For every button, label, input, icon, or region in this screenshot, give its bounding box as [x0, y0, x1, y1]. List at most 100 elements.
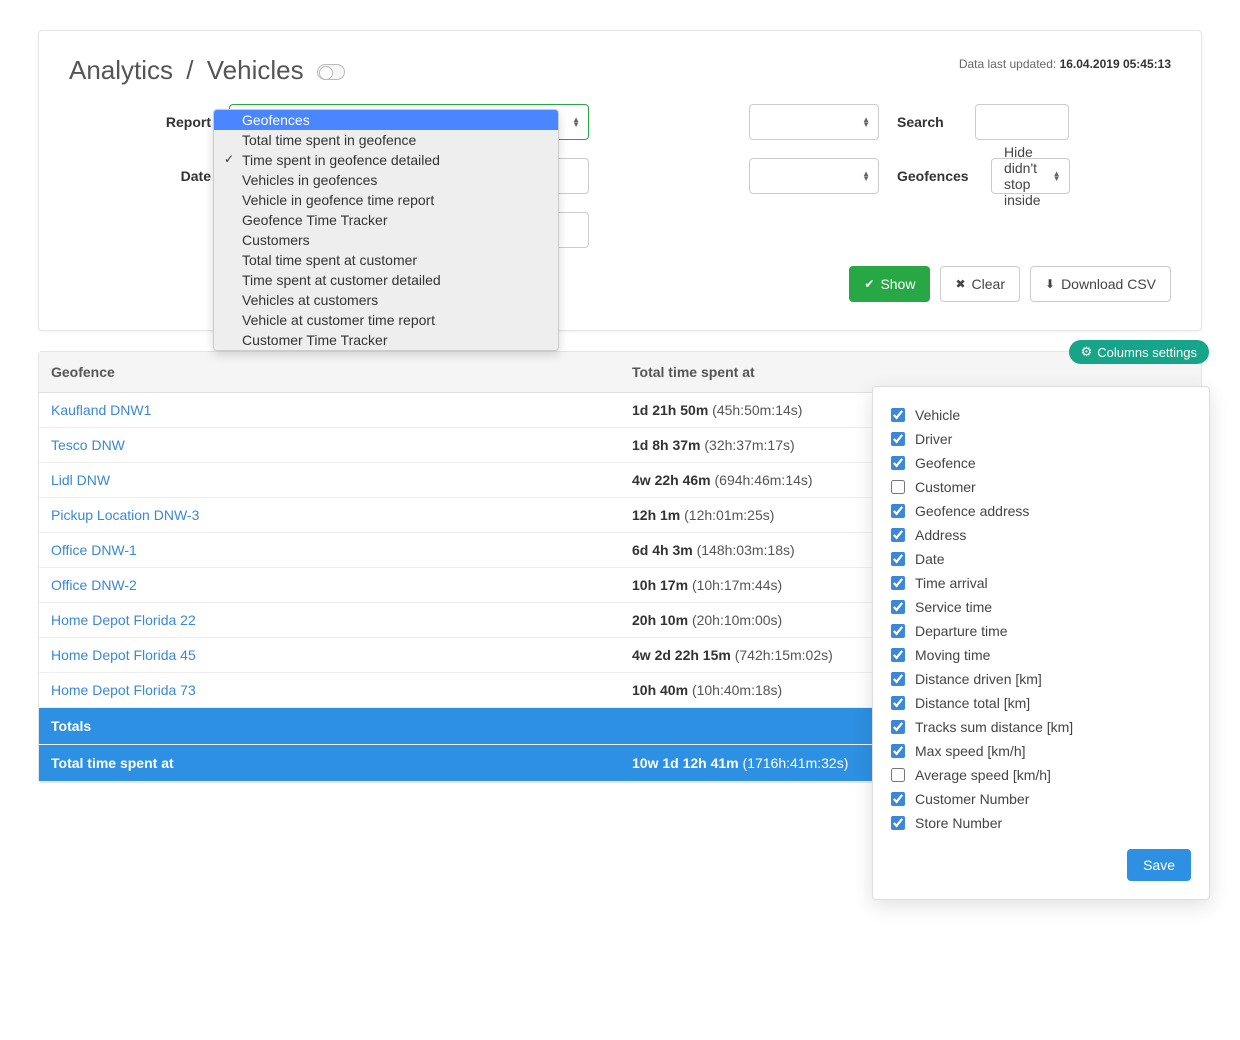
- column-checkbox[interactable]: [891, 432, 905, 446]
- column-toggle-row: Moving time: [891, 643, 1191, 667]
- last-updated: Data last updated: 16.04.2019 05:45:13: [959, 57, 1171, 71]
- time-sub: (10h:17m:44s): [692, 577, 782, 593]
- column-toggle-row: Average speed [km/h]: [891, 763, 1191, 787]
- column-toggle-row: Distance total [km]: [891, 691, 1191, 715]
- dropdown-option[interactable]: Time spent in geofence detailed: [214, 150, 558, 170]
- column-checkbox[interactable]: [891, 672, 905, 686]
- column-checkbox[interactable]: [891, 768, 905, 782]
- time-sub: (10h:40m:18s): [692, 682, 782, 698]
- time-sub: (45h:50m:14s): [712, 402, 802, 418]
- column-checkbox[interactable]: [891, 456, 905, 470]
- column-label: Geofence address: [915, 503, 1029, 519]
- time-main: 20h 10m: [632, 612, 692, 628]
- column-label: Customer: [915, 479, 976, 495]
- secondary-select-1[interactable]: ▲▼: [749, 104, 879, 140]
- column-checkbox[interactable]: [891, 504, 905, 518]
- search-input[interactable]: [975, 104, 1069, 140]
- column-toggle-row: Time arrival: [891, 571, 1191, 595]
- geofence-link[interactable]: Kaufland DNW1: [51, 402, 151, 418]
- clear-button[interactable]: ✖ Clear: [940, 266, 1020, 302]
- column-label: Tracks sum distance [km]: [915, 719, 1073, 735]
- column-toggle-row: Departure time: [891, 619, 1191, 643]
- dropdown-option[interactable]: Geofences: [214, 110, 558, 130]
- column-checkbox[interactable]: [891, 528, 905, 542]
- column-toggle-row: Customer Number: [891, 787, 1191, 811]
- report-label: Report: [69, 114, 229, 130]
- time-sub: (12h:01m:25s): [684, 507, 774, 523]
- title-toggle[interactable]: [317, 64, 345, 80]
- time-main: 6d 4h 3m: [632, 542, 697, 558]
- column-toggle-row: Max speed [km/h]: [891, 739, 1191, 763]
- column-label: Distance total [km]: [915, 695, 1030, 711]
- column-toggle-row: Driver: [891, 427, 1191, 451]
- geofence-link[interactable]: Home Depot Florida 22: [51, 612, 196, 628]
- select-arrows-icon: ▲▼: [862, 171, 870, 181]
- geofences-select[interactable]: Hide didn't stop inside ▲▼: [991, 158, 1070, 194]
- column-label: Distance driven [km]: [915, 671, 1042, 687]
- column-label: Average speed [km/h]: [915, 767, 1051, 783]
- column-toggle-row: Date: [891, 547, 1191, 571]
- time-main: 12h 1m: [632, 507, 684, 523]
- column-toggle-row: Customer: [891, 475, 1191, 499]
- geofence-link[interactable]: Home Depot Florida 45: [51, 647, 196, 663]
- time-main: 1d 21h 50m: [632, 402, 712, 418]
- dropdown-option[interactable]: Customer Time Tracker: [214, 330, 558, 350]
- download-icon: ⬇: [1045, 277, 1055, 291]
- dropdown-option[interactable]: Total time spent in geofence: [214, 130, 558, 150]
- geofence-link[interactable]: Lidl DNW: [51, 472, 110, 488]
- column-label: Departure time: [915, 623, 1008, 639]
- geofence-link[interactable]: Office DNW-2: [51, 577, 137, 593]
- column-label: Service time: [915, 599, 992, 615]
- dropdown-option[interactable]: Vehicles in geofences: [214, 170, 558, 190]
- columns-settings-panel: Vehicle Driver Geofence Customer Geofence ad…: [872, 386, 1210, 900]
- column-toggle-row: Store Number: [891, 811, 1191, 835]
- column-checkbox[interactable]: [891, 792, 905, 806]
- report-dropdown[interactable]: GeofencesTotal time spent in geofenceTim…: [213, 109, 559, 351]
- geofence-link[interactable]: Home Depot Florida 73: [51, 682, 196, 698]
- search-label: Search: [897, 114, 957, 130]
- column-checkbox[interactable]: [891, 648, 905, 662]
- geofences-label: Geofences: [897, 168, 973, 184]
- time-main: 1d 8h 37m: [632, 437, 704, 453]
- geofence-link[interactable]: Pickup Location DNW-3: [51, 507, 199, 523]
- column-toggle-row: Geofence: [891, 451, 1191, 475]
- dropdown-option[interactable]: Geofence Time Tracker: [214, 210, 558, 230]
- check-icon: ✔: [864, 277, 874, 291]
- download-csv-button[interactable]: ⬇ Download CSV: [1030, 266, 1171, 302]
- column-checkbox[interactable]: [891, 624, 905, 638]
- dropdown-option[interactable]: Customers: [214, 230, 558, 250]
- time-sub: (20h:10m:00s): [692, 612, 782, 628]
- column-label: Address: [915, 527, 966, 543]
- column-checkbox[interactable]: [891, 480, 905, 494]
- secondary-select-2[interactable]: ▲▼: [749, 158, 879, 194]
- column-label: Vehicle: [915, 407, 960, 423]
- column-label: Max speed [km/h]: [915, 743, 1026, 759]
- dropdown-option[interactable]: Total time spent at customer: [214, 250, 558, 270]
- columns-settings-button[interactable]: ⚙ Columns settings: [1069, 340, 1209, 364]
- dropdown-option[interactable]: Vehicle at customer time report: [214, 310, 558, 330]
- time-sub: (694h:46m:14s): [715, 472, 813, 488]
- column-label: Time arrival: [915, 575, 988, 591]
- column-checkbox[interactable]: [891, 576, 905, 590]
- close-icon: ✖: [955, 277, 965, 291]
- column-checkbox[interactable]: [891, 696, 905, 710]
- geofence-link[interactable]: Office DNW-1: [51, 542, 137, 558]
- dropdown-option[interactable]: Vehicles at customers: [214, 290, 558, 310]
- title-analytics: Analytics: [69, 55, 173, 85]
- col-geofence: Geofence: [39, 352, 620, 393]
- time-sub: (148h:03m:18s): [697, 542, 795, 558]
- geofence-link[interactable]: Tesco DNW: [51, 437, 125, 453]
- column-checkbox[interactable]: [891, 552, 905, 566]
- column-toggle-row: Address: [891, 523, 1191, 547]
- column-checkbox[interactable]: [891, 408, 905, 422]
- column-checkbox[interactable]: [891, 720, 905, 734]
- dropdown-option[interactable]: Vehicle in geofence time report: [214, 190, 558, 210]
- column-label: Geofence: [915, 455, 976, 471]
- column-checkbox[interactable]: [891, 816, 905, 830]
- show-button[interactable]: ✔ Show: [849, 266, 930, 302]
- filters-card: Analytics / Vehicles Data last updated: …: [38, 30, 1202, 331]
- save-button[interactable]: Save: [1127, 849, 1191, 881]
- dropdown-option[interactable]: Time spent at customer detailed: [214, 270, 558, 290]
- column-checkbox[interactable]: [891, 744, 905, 758]
- column-checkbox[interactable]: [891, 600, 905, 614]
